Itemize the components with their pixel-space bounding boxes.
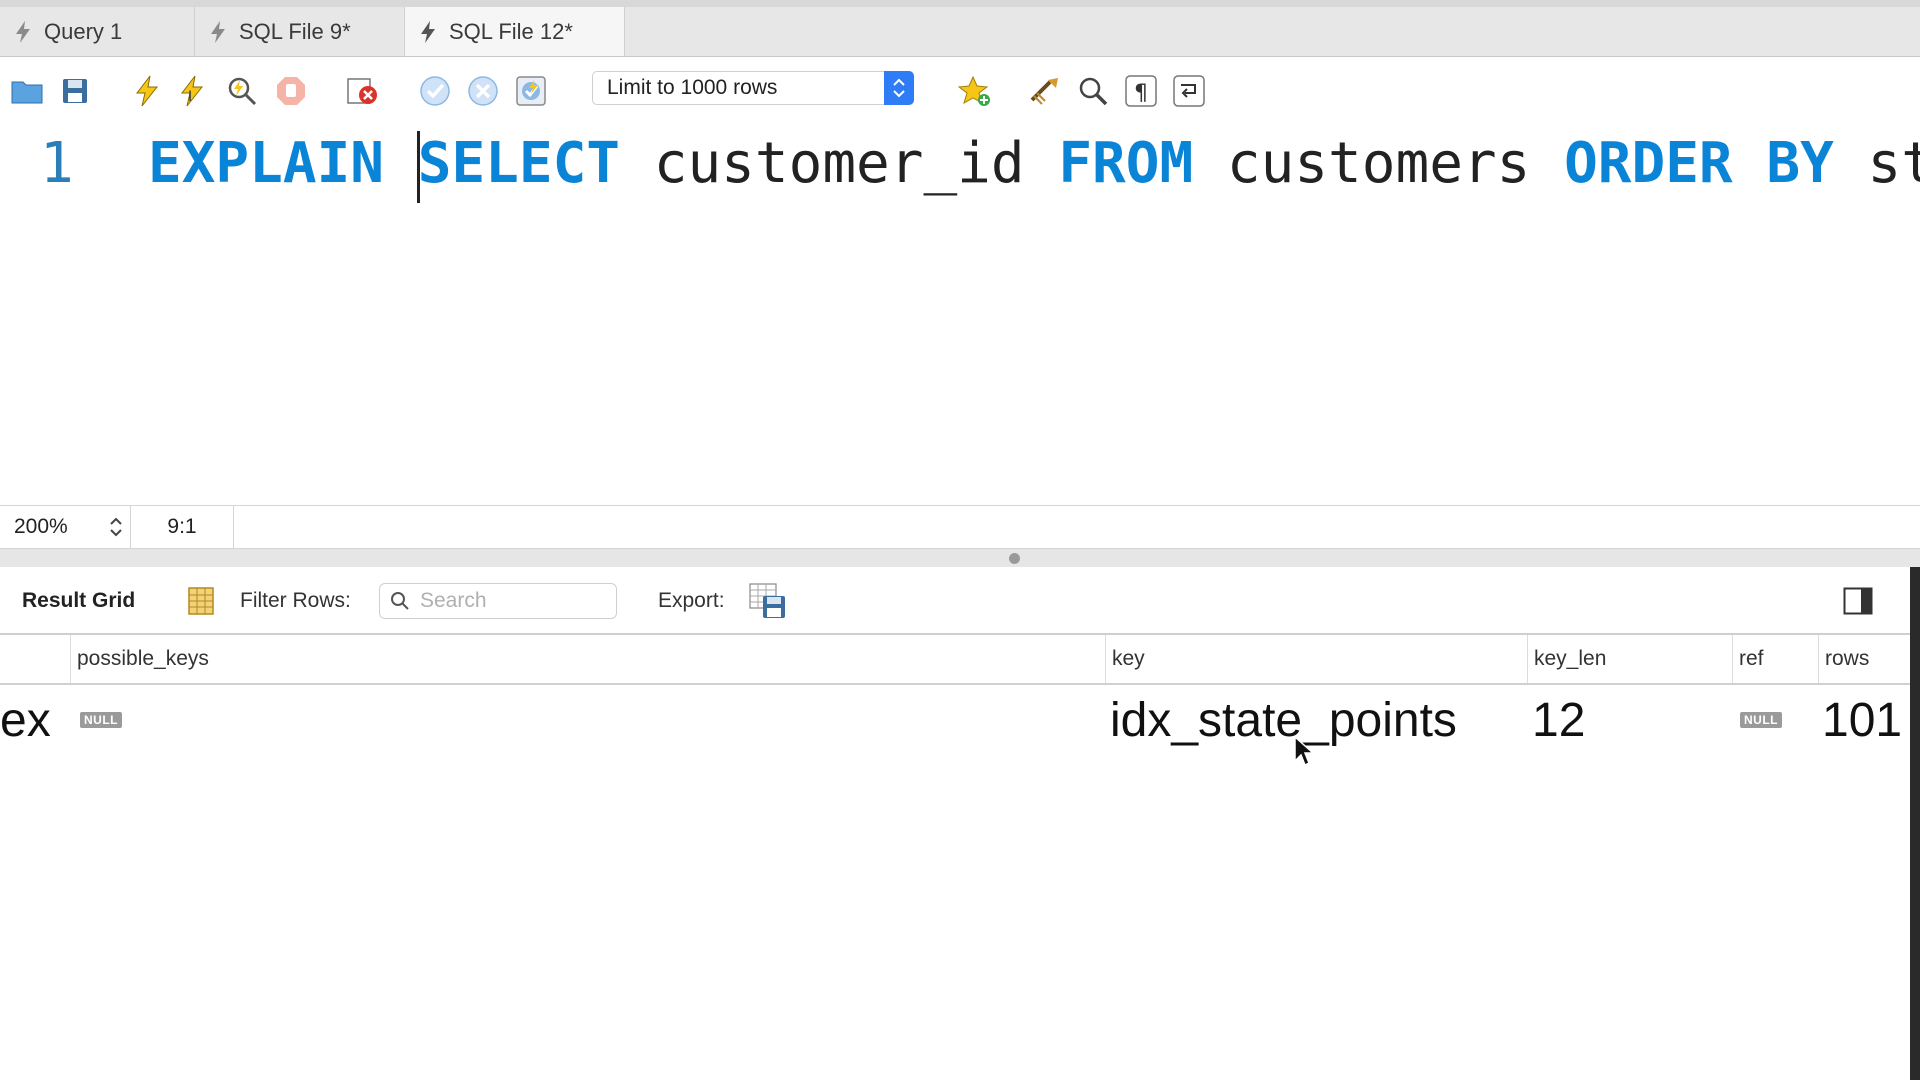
- toggle-side-panel-icon[interactable]: [1843, 587, 1873, 621]
- code-keyword: SELECT: [417, 131, 621, 196]
- commit-icon[interactable]: [418, 74, 452, 108]
- panel-edge: [1910, 567, 1920, 1080]
- filter-rows-label: Filter Rows:: [240, 589, 351, 612]
- cursor-position: 9:1: [131, 506, 234, 548]
- limit-select-value: Limit to 1000 rows: [607, 76, 778, 99]
- export-icon[interactable]: [749, 583, 787, 625]
- zoom-value: 200%: [14, 515, 68, 538]
- cell-rows[interactable]: 101: [1822, 685, 1910, 755]
- tab-sql-file-12[interactable]: SQL File 12*: [405, 7, 625, 56]
- column-header-label: possible_keys: [77, 647, 209, 670]
- column-header-key[interactable]: key: [1105, 635, 1527, 683]
- text-caret: [417, 131, 420, 203]
- result-grid-label: Result Grid: [22, 589, 136, 612]
- favorite-add-icon[interactable]: [958, 74, 992, 108]
- code-line[interactable]: EXPLAIN SELECT customer_id FROM customer…: [148, 131, 1920, 196]
- open-folder-icon[interactable]: [10, 74, 44, 108]
- column-header-rows[interactable]: rows: [1818, 635, 1910, 683]
- lightning-icon: [421, 20, 435, 43]
- cell-value: idx_state_points: [1110, 693, 1457, 747]
- export-label: Export:: [658, 589, 725, 612]
- tab-query-1[interactable]: Query 1: [0, 7, 195, 56]
- column-header-label: key: [1112, 647, 1145, 670]
- autocommit-icon[interactable]: [514, 74, 548, 108]
- null-badge: NULL: [80, 712, 122, 728]
- pane-splitter[interactable]: [0, 549, 1920, 567]
- cell-ref[interactable]: NULL: [1740, 685, 1782, 755]
- filter-search-box[interactable]: [379, 583, 617, 619]
- svg-text:I: I: [188, 89, 192, 105]
- find-icon[interactable]: [1076, 74, 1110, 108]
- column-header-key-len[interactable]: key_len: [1527, 635, 1732, 683]
- search-icon: [391, 592, 409, 610]
- cell-value: 12: [1532, 693, 1586, 747]
- cell-key-len[interactable]: 12: [1532, 685, 1585, 755]
- code-text: st: [1867, 131, 1920, 196]
- beautify-icon[interactable]: [1028, 74, 1062, 108]
- cell-value: 101: [1822, 693, 1903, 747]
- limit-rows-select[interactable]: Limit to 1000 rows: [592, 71, 914, 105]
- sql-editor[interactable]: 1 EXPLAIN SELECT customer_id FROM custom…: [0, 125, 1920, 505]
- column-header-label: ref: [1739, 647, 1764, 670]
- explain-icon[interactable]: [225, 74, 259, 108]
- column-header-ref[interactable]: ref: [1732, 635, 1818, 683]
- execute-icon[interactable]: [130, 74, 164, 108]
- editor-status-bar: 200% 9:1: [0, 505, 1920, 549]
- save-icon[interactable]: [58, 74, 92, 108]
- execute-current-icon[interactable]: I: [177, 74, 211, 108]
- lightning-icon: [16, 20, 30, 43]
- invisible-chars-icon[interactable]: ¶: [1124, 74, 1158, 108]
- tab-label: SQL File 9*: [239, 18, 351, 44]
- tab-bar: Query 1 SQL File 9* SQL File 12*: [0, 0, 1920, 57]
- tab-sql-file-9[interactable]: SQL File 9*: [195, 7, 405, 56]
- wrap-icon[interactable]: [1172, 74, 1206, 108]
- code-keyword: ORDER BY: [1564, 131, 1834, 196]
- code-keyword: EXPLAIN: [148, 131, 385, 196]
- cell-key[interactable]: idx_state_points: [1110, 685, 1457, 755]
- code-text: customer_id: [620, 131, 1059, 196]
- cursor-position-value: 9:1: [167, 515, 197, 538]
- code-keyword: FROM: [1058, 131, 1194, 196]
- up-down-arrows-icon: [884, 71, 914, 105]
- tab-label: Query 1: [44, 18, 123, 44]
- lightning-icon: [211, 20, 225, 43]
- column-header-label: key_len: [1534, 647, 1607, 670]
- splitter-handle-icon[interactable]: [1009, 553, 1020, 564]
- column-header-label: rows: [1825, 647, 1870, 670]
- toggle-error-icon[interactable]: [346, 74, 380, 108]
- cell-value: ex: [0, 693, 51, 747]
- rollback-icon[interactable]: [466, 74, 500, 108]
- result-grid-header: possible_keys key key_len ref rows: [0, 635, 1920, 685]
- result-toolbar: Result Grid Filter Rows: Export:: [0, 567, 1920, 635]
- stepper-arrows-icon[interactable]: [108, 515, 124, 539]
- table-row[interactable]: ex NULL idx_state_points 12 NULL 101: [0, 685, 1920, 755]
- search-input[interactable]: [418, 588, 602, 614]
- stop-icon[interactable]: [274, 74, 308, 108]
- zoom-stepper[interactable]: 200%: [0, 506, 131, 548]
- mouse-pointer-icon: [1293, 735, 1317, 774]
- code-text: customers: [1193, 131, 1565, 196]
- cell-type[interactable]: ex: [0, 685, 70, 755]
- tab-label: SQL File 12*: [449, 18, 573, 44]
- svg-text:¶: ¶: [1134, 81, 1148, 106]
- column-header-possible-keys[interactable]: possible_keys: [70, 635, 1105, 683]
- null-badge: NULL: [1740, 712, 1782, 728]
- editor-toolbar: I Limit to 1000 rows ¶: [0, 57, 1920, 125]
- line-number: 1: [40, 131, 74, 196]
- grid-view-icon[interactable]: [188, 587, 214, 621]
- cell-possible-keys[interactable]: NULL: [80, 685, 122, 755]
